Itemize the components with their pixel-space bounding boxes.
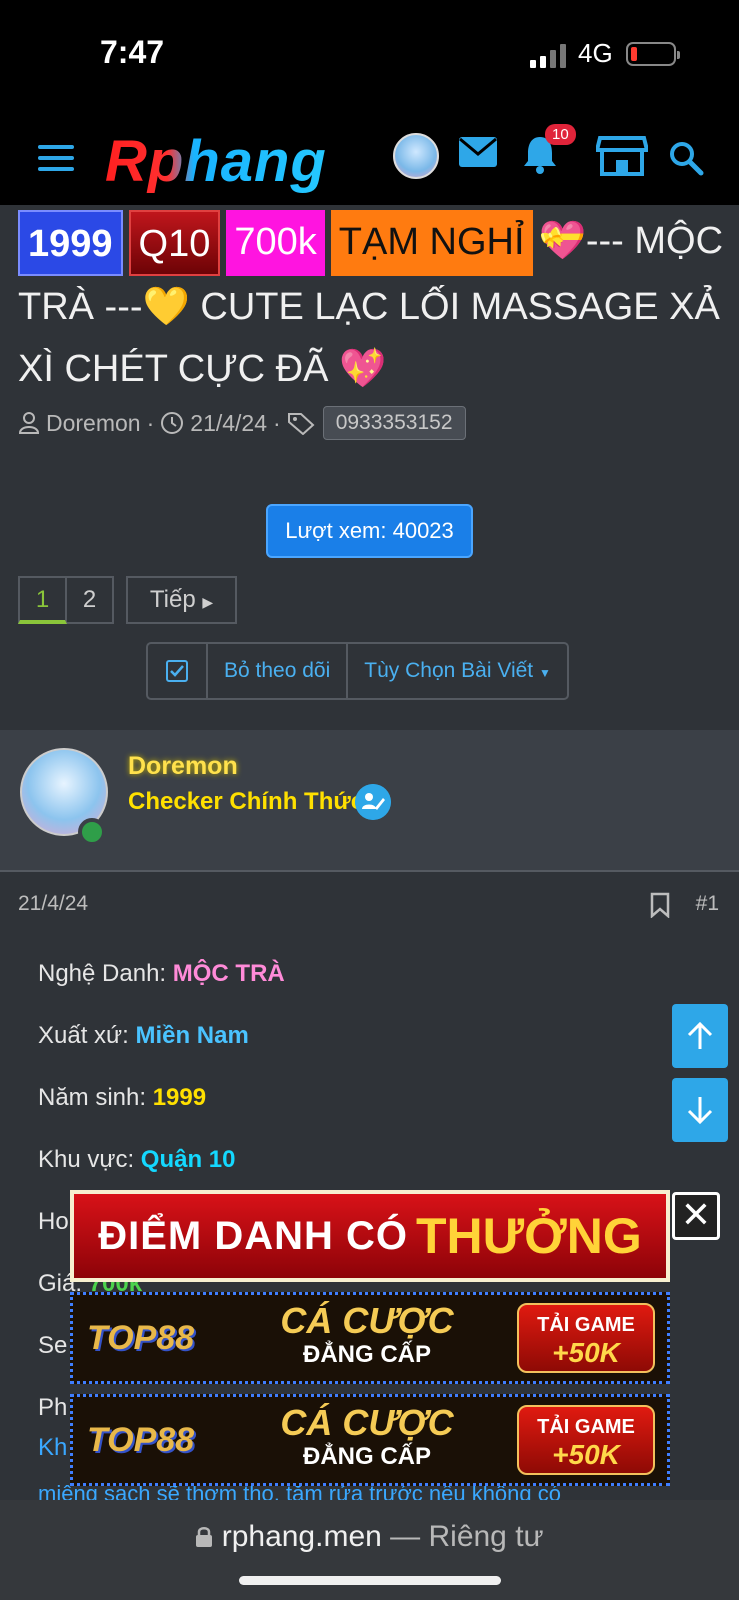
author-name[interactable]: Doremon bbox=[128, 752, 238, 781]
ad-subline: ĐẲNG CẤP bbox=[302, 1341, 431, 1368]
url-separator: — bbox=[381, 1520, 429, 1553]
private-label: Riêng tư bbox=[428, 1520, 544, 1553]
ad-logo: TOP88 bbox=[87, 1318, 195, 1357]
ad-reward-text: THƯỞNG bbox=[416, 1208, 642, 1264]
online-status-icon bbox=[78, 818, 106, 846]
field-value: Quận 10 bbox=[140, 1146, 236, 1173]
bookmark-icon[interactable] bbox=[650, 892, 670, 918]
status-bar: 7:47 4G bbox=[0, 0, 739, 110]
field-label: Se bbox=[38, 1332, 68, 1359]
mail-icon[interactable] bbox=[458, 136, 498, 168]
lock-icon bbox=[196, 1527, 213, 1547]
field-label: Ph bbox=[38, 1394, 68, 1421]
battery-icon bbox=[626, 42, 680, 66]
app-header: Rphang 10 bbox=[0, 110, 739, 205]
thread-options-label: Tùy Chọn Bài Viết bbox=[364, 659, 534, 682]
menu-icon[interactable] bbox=[38, 145, 74, 171]
ad-close-button[interactable]: ✕ bbox=[672, 1192, 720, 1240]
tags-icon bbox=[287, 413, 315, 435]
ad-cta-bonus: +50K bbox=[552, 1337, 620, 1368]
ad-headline: CÁ CƯỢC bbox=[280, 1300, 454, 1341]
url-domain: rphang.men bbox=[221, 1520, 382, 1553]
field-label: Khu vực: bbox=[38, 1146, 141, 1173]
url-display[interactable]: rphang.men — Riêng tư bbox=[0, 1520, 739, 1554]
user-icon bbox=[18, 412, 40, 434]
pagination: 1 2 Tiếp ▶ bbox=[18, 576, 237, 624]
ad-cta-label: TẢI GAME bbox=[537, 1314, 635, 1336]
ad-logo: TOP88 bbox=[87, 1420, 195, 1459]
ad-banner-top88[interactable]: TOP88 CÁ CƯỢC ĐẲNG CẤP TẢI GAME +50K bbox=[70, 1292, 670, 1384]
search-icon[interactable] bbox=[668, 140, 704, 176]
page-1-link[interactable]: 1 bbox=[18, 576, 67, 624]
field-value: Miền Nam bbox=[135, 1022, 249, 1049]
browser-url-bar[interactable]: rphang.men — Riêng tư bbox=[0, 1500, 739, 1600]
next-page-button[interactable]: Tiếp ▶ bbox=[126, 576, 237, 624]
tag-status[interactable]: TẠM NGHỈ bbox=[330, 210, 533, 276]
scroll-bottom-button[interactable] bbox=[672, 1078, 728, 1142]
ad-download-button[interactable]: TẢI GAME +50K bbox=[517, 1303, 655, 1373]
field-value: 1999 bbox=[152, 1084, 207, 1111]
signal-icon bbox=[530, 44, 566, 68]
ad-headline: CÁ CƯỢC bbox=[280, 1402, 454, 1443]
status-time: 7:47 bbox=[100, 34, 165, 70]
field-label: Năm sinh: bbox=[38, 1084, 153, 1111]
site-logo[interactable]: Rphang bbox=[105, 128, 327, 195]
watch-checkbox[interactable] bbox=[148, 644, 206, 698]
page: 7:47 4G Rphang 10 1999 Q10 700k TẠM NGHỈ… bbox=[0, 0, 739, 1600]
view-count-badge: Lượt xem: 40023 bbox=[266, 504, 473, 558]
verified-checker-icon bbox=[355, 784, 391, 820]
thread-actions: Bỏ theo dõi Tùy Chọn Bài Viết ▼ bbox=[146, 642, 569, 700]
thread-title: 1999 Q10 700k TẠM NGHỈ 💝--- MỘC TRÀ ---💛 CUT… bbox=[18, 210, 728, 400]
tag-phone[interactable]: 0933353152 bbox=[322, 406, 466, 440]
clock-icon bbox=[161, 412, 184, 434]
post-author-card: Doremon Checker Chính Thức bbox=[0, 730, 739, 872]
field-origin: Xuất xứ: Miền Nam bbox=[38, 1022, 658, 1084]
ad-subline: ĐẲNG CẤP bbox=[302, 1443, 431, 1470]
post-date[interactable]: 21/4/24 bbox=[18, 892, 88, 916]
thread-date[interactable]: 21/4/24 bbox=[190, 410, 267, 437]
tag-price[interactable]: 700k bbox=[226, 210, 325, 276]
ad-banner-top88[interactable]: TOP88 CÁ CƯỢC ĐẲNG CẤP TẢI GAME +50K bbox=[70, 1394, 670, 1486]
unwatch-button[interactable]: Bỏ theo dõi bbox=[206, 644, 346, 698]
field-stage-name: Nghệ Danh: MỘC TRÀ bbox=[38, 960, 658, 1022]
arrow-down-icon bbox=[687, 1097, 713, 1125]
field-label: Xuất xứ: bbox=[38, 1022, 136, 1049]
home-indicator[interactable] bbox=[239, 1576, 501, 1585]
thread-header: 1999 Q10 700k TẠM NGHỈ 💝--- MỘC TRÀ ---💛 CUT… bbox=[18, 210, 728, 440]
network-label: 4G bbox=[578, 38, 613, 68]
field-label: Nghệ Danh: bbox=[38, 960, 173, 987]
thread-meta: Doremon · 21/4/24 · 0933353152 bbox=[18, 406, 728, 440]
caret-right-icon: ▶ bbox=[202, 594, 214, 610]
next-page-label: Tiếp bbox=[149, 586, 196, 613]
tag-year[interactable]: 1999 bbox=[18, 210, 123, 276]
ad-cta-bonus: +50K bbox=[552, 1439, 620, 1470]
page-2-link[interactable]: 2 bbox=[67, 576, 114, 624]
tag-district[interactable]: Q10 bbox=[128, 210, 221, 276]
scroll-top-button[interactable] bbox=[672, 1004, 728, 1068]
field-label: Ho bbox=[38, 1208, 69, 1235]
post-number[interactable]: #1 bbox=[696, 892, 719, 916]
field-birth-year: Năm sinh: 1999 bbox=[38, 1084, 658, 1146]
store-icon[interactable] bbox=[596, 134, 648, 178]
field-value: MỘC TRÀ bbox=[172, 960, 285, 987]
ad-cta-label: TẢI GAME bbox=[537, 1416, 635, 1438]
arrow-up-icon bbox=[687, 1021, 713, 1049]
thread-author[interactable]: Doremon bbox=[46, 410, 141, 437]
ad-download-button[interactable]: TẢI GAME +50K bbox=[517, 1405, 655, 1475]
checkbox-icon bbox=[166, 660, 188, 682]
thread-options-dropdown[interactable]: Tùy Chọn Bài Viết ▼ bbox=[346, 644, 567, 698]
ad-banner-checkin[interactable]: ĐIỂM DANH CÓ THƯỞNG bbox=[70, 1190, 670, 1282]
user-avatar[interactable] bbox=[393, 133, 439, 179]
author-role: Checker Chính Thức bbox=[128, 788, 365, 815]
notification-badge: 10 bbox=[545, 124, 576, 145]
ad-checkin-text: ĐIỂM DANH CÓ bbox=[98, 1213, 408, 1258]
chevron-down-icon: ▼ bbox=[538, 666, 551, 680]
